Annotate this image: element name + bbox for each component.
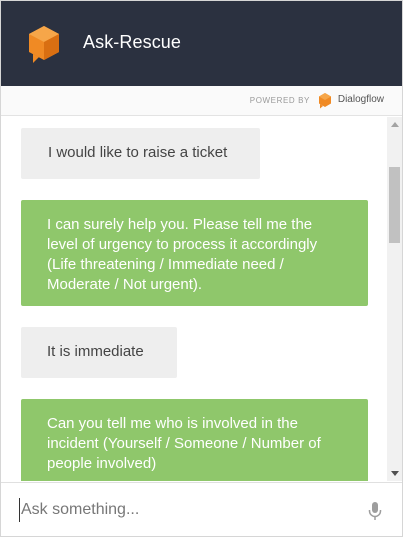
message-line: I would like to raise a ticket	[48, 144, 228, 161]
message-line: Can you tell me who is involved in the	[47, 415, 298, 432]
chat-widget: Ask-Rescue POWERED BY Dialogflow I would…	[0, 0, 403, 537]
message-list: I would like to raise a ticket I can sur…	[1, 117, 387, 481]
message-line: (Life threatening / Immediate need /	[47, 256, 284, 273]
user-message: I would like to raise a ticket	[21, 128, 260, 179]
message-line: Moderate / Not urgent).	[47, 276, 203, 293]
ask-input[interactable]	[19, 498, 349, 522]
dialogflow-icon	[319, 93, 331, 109]
scroll-up-icon[interactable]	[391, 122, 399, 127]
message-line: I can surely help you. Please tell me th…	[47, 216, 313, 233]
cube-logo-icon	[29, 26, 59, 63]
message-line: incident (Yourself / Someone / Number of	[47, 435, 321, 452]
message-line: level of urgency to process it according…	[47, 236, 318, 253]
powered-by-label: POWERED BY	[249, 96, 310, 105]
microphone-icon[interactable]	[367, 501, 383, 521]
scroll-down-icon[interactable]	[391, 471, 399, 476]
message-line: It is immediate	[47, 343, 144, 360]
bot-message: Can you tell me who is involved in the i…	[21, 399, 368, 481]
user-message: It is immediate	[21, 327, 177, 378]
chat-title: Ask-Rescue	[83, 32, 182, 52]
message-line: people involved)	[47, 455, 157, 472]
powered-by-bar: POWERED BY Dialogflow	[1, 86, 402, 116]
chat-scrollbar[interactable]	[387, 117, 402, 481]
bot-message: I can surely help you. Please tell me th…	[21, 200, 368, 306]
scrollbar-thumb[interactable]	[389, 167, 400, 243]
chat-header: Ask-Rescue	[1, 1, 402, 86]
input-bar	[1, 482, 402, 536]
dialogflow-brand: Dialogflow	[337, 94, 384, 105]
